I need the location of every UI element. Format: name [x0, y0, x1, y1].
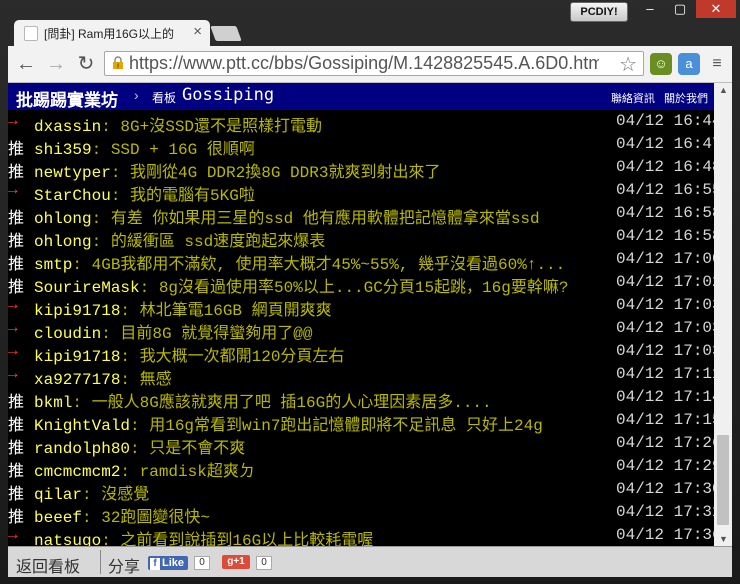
- share-label: 分享: [108, 559, 141, 576]
- push-tag: →: [8, 342, 18, 360]
- push-row: 推 smtp: 4GB我都用不滿欸, 使用率大概才45%~55%, 幾乎沒看過60…: [8, 248, 714, 274]
- push-row: 推 KnightVald: 用16g常看到win7跑出記憶體即將不足訊息 只好上2…: [8, 409, 714, 435]
- page-scrollbar[interactable]: ▲ ▼: [714, 83, 732, 546]
- facebook-like-button[interactable]: f Like: [148, 556, 188, 570]
- url-text: https://www.ptt.cc/bbs/Gossiping/M.14288…: [129, 53, 599, 73]
- push-time: 04/12 17:29: [616, 457, 714, 475]
- scrollbar-thumb[interactable]: [717, 435, 729, 525]
- google-plus-button[interactable]: g+1: [222, 555, 250, 569]
- board-label: 看板: [152, 91, 177, 105]
- scroll-down-icon[interactable]: ▼: [719, 534, 728, 544]
- facebook-icon: f: [150, 558, 160, 570]
- push-row: 推 randolph80: 只是不會不爽 04/12 17:26: [8, 432, 714, 458]
- push-time: 04/12 17:03: [616, 296, 714, 314]
- push-row: 推 ohlong: 的緩衝區 ssd速度跑起來爆表 04/12 16:58: [8, 225, 714, 251]
- push-time: 04/12 16:58: [616, 204, 714, 222]
- push-time: 04/12 17:02: [616, 273, 714, 291]
- push-time: 04/12 16:55: [616, 181, 714, 199]
- push-time: 04/12 16:47: [616, 135, 714, 153]
- push-row: 推 shi359: SSD + 16G 很順啊 04/12 16:47: [8, 133, 714, 159]
- svg-text:!: !: [117, 64, 119, 71]
- contact-link[interactable]: 聯絡資訊: [611, 93, 655, 105]
- address-bar[interactable]: ! https://www.ptt.cc/bbs/Gossiping/M.142…: [104, 51, 644, 76]
- push-tag: →: [8, 181, 18, 199]
- push-time: 04/12 16:48: [616, 158, 714, 176]
- site-logo[interactable]: 批踢踢實業坊: [16, 86, 118, 111]
- push-time: 04/12 17:30: [616, 480, 714, 498]
- push-row: 推 qilar: 沒感覺 04/12 17:30: [8, 478, 714, 504]
- push-time: 04/12 17:15: [616, 411, 714, 429]
- page-favicon-icon: [24, 26, 38, 41]
- push-row: 推 bkml: 一般人8G應該就爽用了吧 插16G的人心理因素居多.... 04/1…: [8, 386, 714, 412]
- push-row: → kipi91718: 我大概一次都開120分頁左右 04/12 17:03: [8, 340, 714, 366]
- facebook-like-count: 0: [194, 556, 210, 570]
- browser-toolbar: ← → ↻ ! https://www.ptt.cc/bbs/Gossiping…: [8, 46, 732, 83]
- star-icon[interactable]: ☆: [619, 52, 637, 77]
- tab-strip: [問卦] Ram用16G以上的 × PCDIY! – ▢ ✕: [0, 0, 740, 46]
- push-tag: →: [8, 526, 18, 544]
- facebook-like-label: Like: [162, 557, 185, 569]
- push-time: 04/12 17:26: [616, 434, 714, 452]
- push-row: 推 SourireMask: 8g沒看過使用率50%以上...GC分頁15起跳，1…: [8, 271, 714, 297]
- push-time: 04/12 16:44: [616, 112, 714, 130]
- push-time: 04/12 17:11: [616, 365, 714, 383]
- browser-tab[interactable]: [問卦] Ram用16G以上的 ×: [14, 20, 210, 46]
- ptt-page: 批踢踢實業坊 › 看板 Gossiping 聯絡資訊 關於我們 → dxassin…: [8, 83, 714, 546]
- push-row: 推 ohlong: 有差 你如果用三星的ssd 他有應用軟體把記憶體拿來當ssd 0…: [8, 202, 714, 228]
- push-row: 推 cmcmcmcm2: ramdisk超爽ㄉ 04/12 17:29: [8, 455, 714, 481]
- new-tab-button[interactable]: [210, 26, 242, 41]
- push-content: : 之前看到說插到16G以上比較耗電喔: [101, 532, 374, 546]
- extension-icon[interactable]: ☺: [650, 53, 672, 75]
- profile-badge[interactable]: PCDIY!: [570, 2, 628, 22]
- maximize-icon[interactable]: ▢: [666, 0, 694, 18]
- push-row: → xa9277178: 無感 04/12 17:11: [8, 363, 714, 389]
- push-tag: →: [8, 112, 18, 130]
- lock-warning-icon: !: [113, 56, 123, 71]
- topbar-links: 聯絡資訊 關於我們: [605, 90, 708, 106]
- breadcrumb-separator: ›: [134, 87, 139, 103]
- tab-title: [問卦] Ram用16G以上的: [44, 27, 175, 41]
- close-tab-icon[interactable]: ×: [193, 23, 202, 40]
- close-window-icon[interactable]: ✕: [696, 0, 736, 18]
- board-name-link[interactable]: Gossiping: [182, 85, 274, 105]
- back-to-board-button[interactable]: 返回看板: [16, 553, 80, 577]
- push-row: → cloudin: 目前8G 就覺得蠻夠用了@@ 04/12 17:03: [8, 317, 714, 343]
- scroll-up-icon[interactable]: ▲: [719, 85, 728, 95]
- push-row: → kipi91718: 林北筆電16GB 網頁開爽爽 04/12 17:03: [8, 294, 714, 320]
- back-icon[interactable]: ←: [14, 52, 38, 76]
- push-body: natsugo: 之前看到說插到16G以上比較耗電喔: [34, 526, 608, 546]
- push-time: 04/12 17:31: [616, 503, 714, 521]
- menu-icon[interactable]: ≡: [706, 53, 728, 75]
- push-row: → dxassin: 8G+沒SSD還不是照樣打電動 04/12 16:44: [8, 110, 714, 136]
- push-time: 04/12 17:14: [616, 388, 714, 406]
- push-userid[interactable]: natsugo: [34, 532, 101, 546]
- forward-icon[interactable]: →: [44, 52, 68, 76]
- browser-window: [問卦] Ram用16G以上的 × PCDIY! – ▢ ✕ ← → ↻ ! h…: [0, 0, 740, 584]
- extension-translate-icon[interactable]: a: [678, 53, 700, 75]
- push-time: 04/12 17:00: [616, 250, 714, 268]
- push-time: 04/12 16:58: [616, 227, 714, 245]
- push-row: 推 newtyper: 我剛從4G DDR2換8G DDR3就爽到射出來了 04/1…: [8, 156, 714, 182]
- push-row: → StarChou: 我的電腦有5KG啦 04/12 16:55: [8, 179, 714, 205]
- push-time: 04/12 17:03: [616, 342, 714, 360]
- push-tag: →: [8, 319, 18, 337]
- footer-divider: [100, 550, 101, 574]
- about-link[interactable]: 關於我們: [664, 93, 708, 105]
- bottom-bar: 返回看板 分享 f Like 0 g+1 0: [8, 546, 732, 577]
- push-time: 04/12 17:36: [616, 526, 714, 544]
- push-tag: →: [8, 296, 18, 314]
- google-plus-count: 0: [256, 556, 272, 570]
- push-list: → dxassin: 8G+沒SSD還不是照樣打電動 04/12 16:44 推 shi…: [8, 110, 714, 546]
- push-tag: →: [8, 365, 18, 383]
- push-time: 04/12 17:03: [616, 319, 714, 337]
- push-row: → natsugo: 之前看到說插到16G以上比較耗電喔 04/12 17:36: [8, 524, 714, 546]
- ptt-topbar: 批踢踢實業坊 › 看板 Gossiping 聯絡資訊 關於我們: [8, 83, 714, 111]
- reload-icon[interactable]: ↻: [74, 52, 98, 76]
- push-row: 推 beeef: 32跑圖變很快~ 04/12 17:31: [8, 501, 714, 527]
- minimize-icon[interactable]: –: [636, 0, 664, 18]
